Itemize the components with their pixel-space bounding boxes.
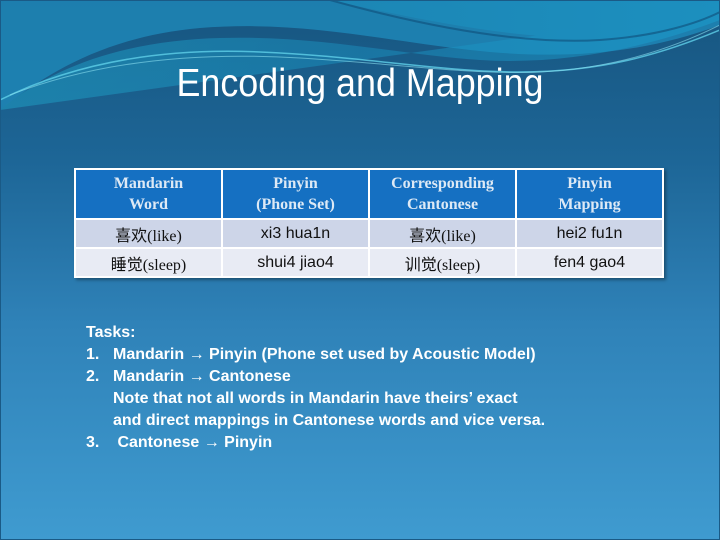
task-number: 3. [86, 434, 100, 451]
task-to: Cantonese [209, 368, 291, 385]
cell-mandarin-word: 睡觉(sleep) [74, 247, 223, 278]
task-item: 3. Cantonese → Pinyin [86, 432, 545, 454]
tasks-heading: Tasks: [86, 324, 136, 341]
mapping-table: Mandarin Word Pinyin (Phone Set) Correspon… [74, 168, 664, 278]
header-text: Cantonese [406, 196, 479, 213]
header-text: (Phone Set) [256, 196, 335, 213]
task-to: Pinyin [224, 434, 273, 451]
arrow-right-icon: → [188, 346, 205, 363]
table-row: 睡觉(sleep) shui4 jiao4 训觉(sleep) fen4 gao… [74, 247, 664, 278]
arrow-right-icon: → [203, 434, 220, 451]
cell-pinyin: shui4 jiao4 [221, 247, 370, 278]
header-text: Mandarin [113, 175, 184, 192]
arrow-right-icon: → [188, 368, 205, 385]
header-pinyin-mapping: Pinyin Mapping [515, 168, 664, 220]
cell-cantonese-word: 训觉(sleep) [368, 247, 517, 278]
cell-cantonese-word: 喜欢(like) [368, 218, 517, 249]
cell-pinyin: xi3 hua1n [221, 218, 370, 249]
header-text: Pinyin [567, 175, 612, 192]
header-pinyin-phone-set: Pinyin (Phone Set) [221, 168, 370, 220]
task-from: Mandarin [113, 368, 185, 385]
table-row: 喜欢(like) xi3 hua1n 喜欢(like) hei2 fu1n [74, 218, 664, 249]
task-from: Mandarin [113, 346, 185, 363]
header-text: Mapping [558, 196, 621, 213]
task-note-line: and direct mappings in Cantonese words a… [113, 412, 546, 429]
task-number: 2. [86, 368, 100, 385]
cell-pinyin-mapping: hei2 fu1n [515, 218, 664, 249]
task-note-line: Note that not all words in Mandarin have… [113, 390, 518, 407]
header-corresponding-cantonese: Corresponding Cantonese [368, 168, 517, 220]
tasks-section: Tasks: 1. Mandarin → Pinyin (Phone set us… [86, 322, 545, 454]
slide-title: Encoding and Mapping [176, 62, 544, 105]
task-from: Cantonese [117, 434, 200, 451]
cell-mandarin-word: 喜欢(like) [74, 218, 223, 249]
table-header-row: Mandarin Word Pinyin (Phone Set) Correspon… [74, 168, 664, 220]
header-text: Pinyin [273, 175, 318, 192]
task-item: 2. Mandarin → Cantonese [86, 366, 545, 388]
header-text: Corresponding [391, 175, 494, 192]
header-text: Word [128, 196, 169, 213]
task-item: 1. Mandarin → Pinyin (Phone set used by A… [86, 344, 545, 366]
task-number: 1. [86, 346, 100, 363]
cell-pinyin-mapping: fen4 gao4 [515, 247, 664, 278]
task-to: Pinyin (Phone set used by Acoustic Model… [209, 346, 536, 363]
header-mandarin-word: Mandarin Word [74, 168, 223, 220]
